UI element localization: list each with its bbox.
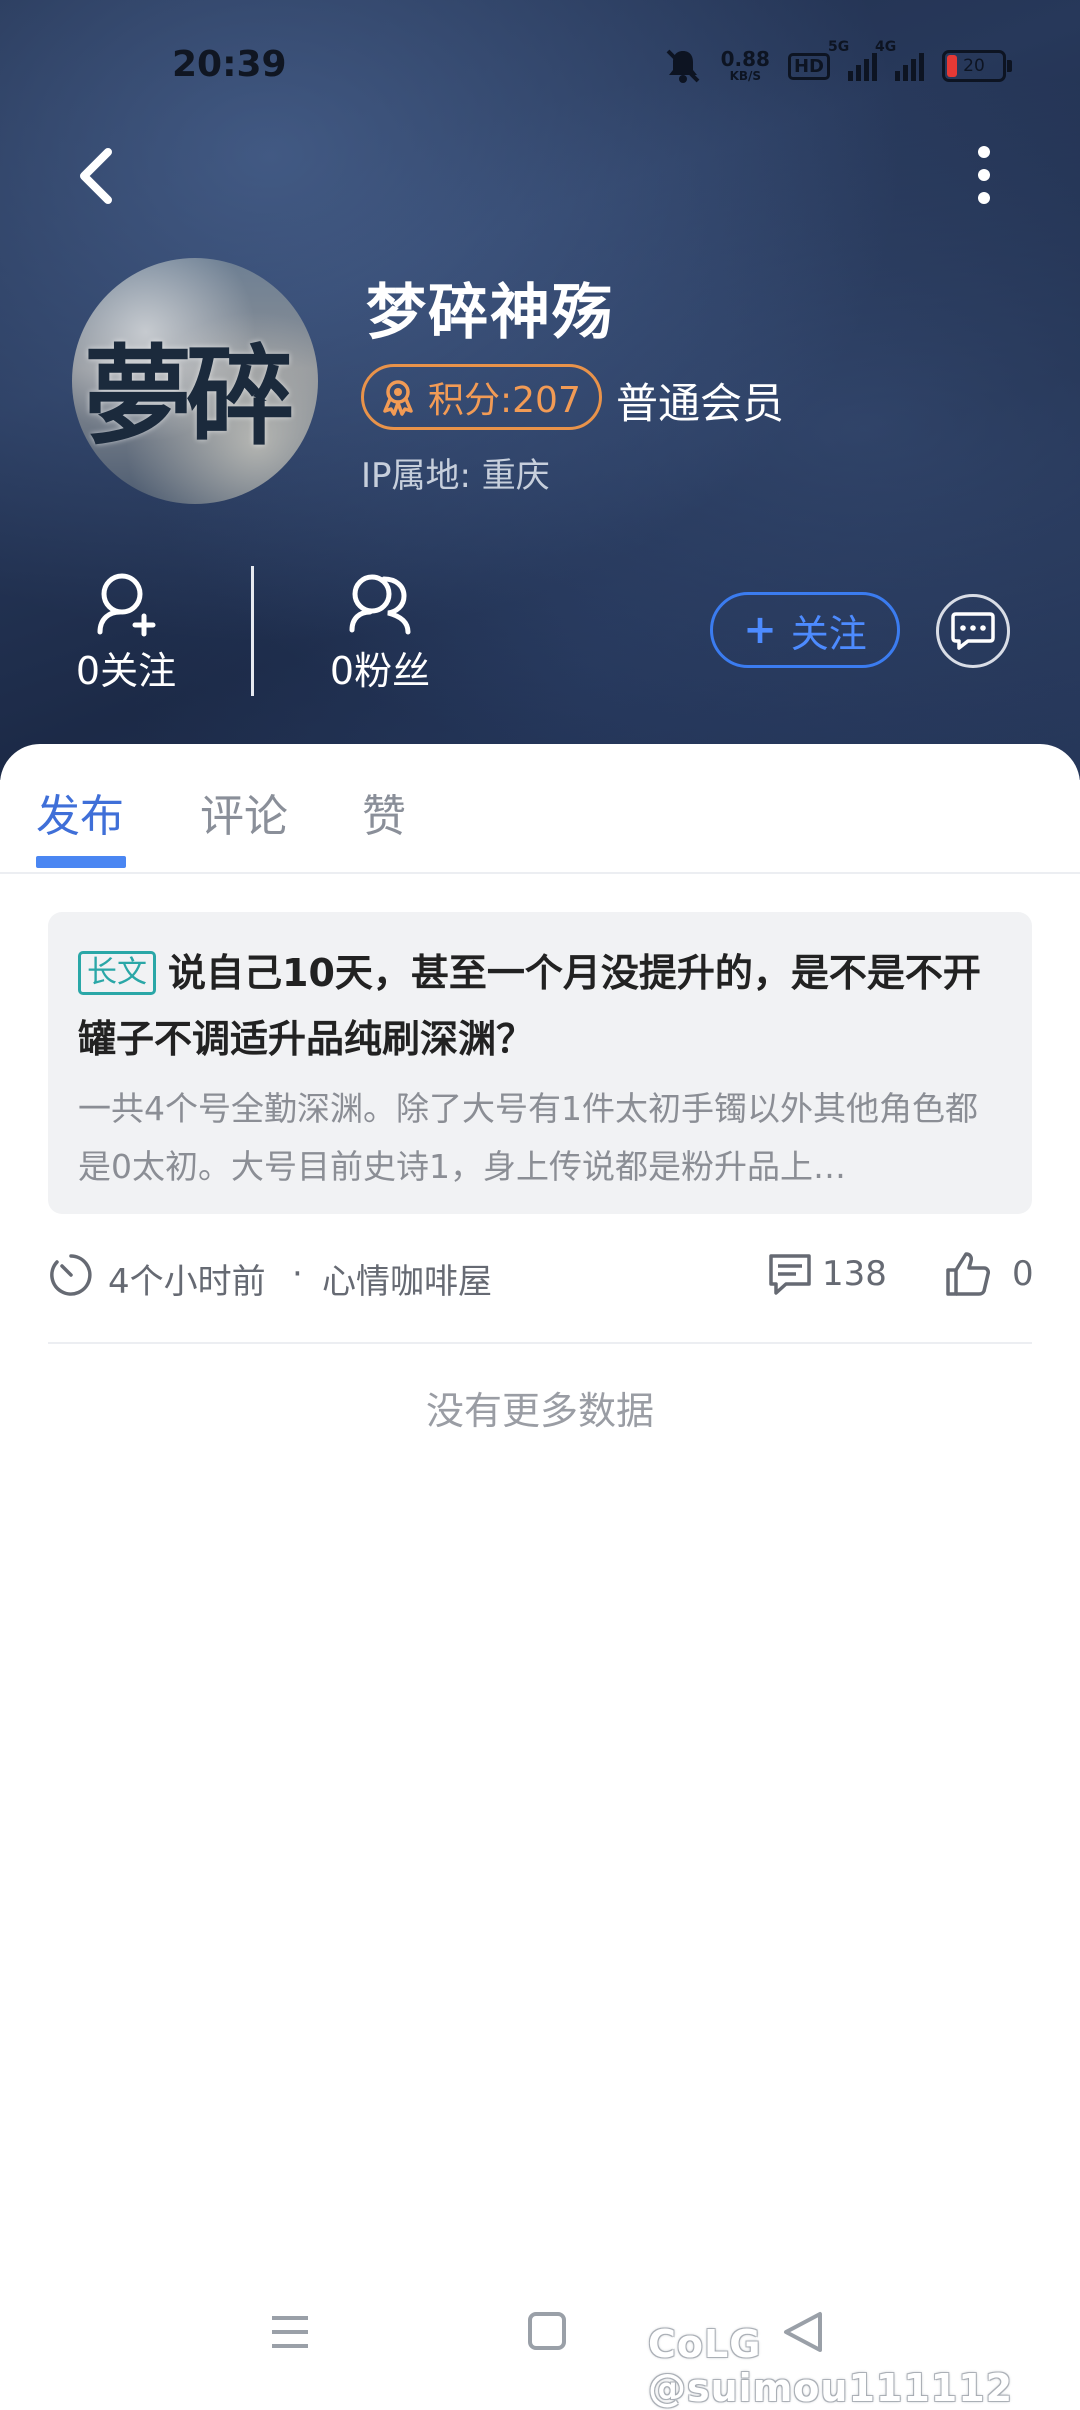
battery-icon: 20 <box>942 50 1012 82</box>
more-options-icon[interactable] <box>960 140 1008 210</box>
avatar-text: 夢碎 <box>84 334 294 460</box>
medal-icon <box>383 380 413 416</box>
net-speed: 0.88 KB/S <box>720 46 770 83</box>
profile-header: 20:39 0.88 KB/S HD 5G 4G 20 夢碎 梦碎神殇 积分:2… <box>0 0 1080 780</box>
signal-5g-icon: 5G <box>828 39 877 81</box>
profile-tabs: 发布 评论 赞 <box>0 744 1080 874</box>
tab-likes[interactable]: 赞 <box>362 780 406 844</box>
post-title-text: 说自己10天，甚至一个月没提升的，是不是不开罐子不调适升品纯刷深渊？ <box>78 951 981 1061</box>
comment-count: 138 <box>822 1254 887 1294</box>
post-forum[interactable]: 心情咖啡屋 <box>322 1254 492 1303</box>
net-speed-unit: KB/S <box>729 68 762 83</box>
stat-divider <box>251 566 254 696</box>
thumbs-up-icon[interactable] <box>944 1250 992 1298</box>
battery-level: 20 <box>963 56 985 76</box>
hd-badge: HD <box>787 52 830 80</box>
post-excerpt: 一共4个号全勤深渊。除了大号有1件太初手镯以外其他角色都是0太初。大号目前史诗1… <box>78 1089 978 1186</box>
nav-menu-icon[interactable] <box>268 2312 312 2352</box>
post-card[interactable]: 长文 说自己10天，甚至一个月没提升的，是不是不开罐子不调适升品纯刷深渊？ 一共4… <box>48 912 1032 1214</box>
long-article-tag: 长文 <box>78 951 156 995</box>
fans-stat[interactable]: 0粉丝 <box>300 566 460 695</box>
users-icon <box>349 574 411 635</box>
tab-publish[interactable]: 发布 <box>36 780 124 844</box>
tab-comments[interactable]: 评论 <box>200 780 288 844</box>
back-arrow-icon[interactable] <box>66 142 124 210</box>
member-level: 普通会员 <box>616 379 785 428</box>
content-sheet: 发布 评论 赞 长文 说自己10天，甚至一个月没提升的，是不是不开罐子不调适升品纯… <box>0 744 1080 2400</box>
username: 梦碎神殇 <box>366 278 614 348</box>
points-badge[interactable]: 积分:207 <box>361 364 602 430</box>
points-label: 积分:207 <box>428 380 581 421</box>
net-speed-value: 0.88 <box>720 46 770 71</box>
signal1-label: 5G <box>828 39 850 55</box>
ip-location: IP属地: 重庆 <box>361 456 550 496</box>
no-more-data: 没有更多数据 <box>425 1389 654 1433</box>
follow-button[interactable]: + 关注 <box>710 592 900 668</box>
watermark: CoLG @suimou111112 <box>648 2322 1014 2410</box>
signal2-label: 4G <box>875 39 897 55</box>
message-button[interactable] <box>936 594 1010 668</box>
signal-4g-icon: 4G <box>875 39 924 81</box>
list-divider <box>48 1342 1032 1344</box>
post-time: 4个小时前 <box>108 1262 266 1302</box>
status-time: 20:39 <box>172 44 287 85</box>
user-add-icon <box>97 573 156 637</box>
status-bar: 20:39 0.88 KB/S HD 5G 4G 20 <box>0 0 1080 140</box>
following-stat[interactable]: 0关注 <box>46 566 206 695</box>
tab-indicator <box>36 856 126 868</box>
mute-bell-icon <box>666 49 700 83</box>
status-icons: 0.88 KB/S HD 5G 4G 20 <box>663 39 1012 88</box>
follow-button-label: 关注 <box>790 611 867 656</box>
follow-plus: + <box>743 607 777 653</box>
following-count: 0关注 <box>75 649 177 693</box>
comment-icon[interactable] <box>766 1252 814 1298</box>
post-title: 长文 说自己10天，甚至一个月没提升的，是不是不开罐子不调适升品纯刷深渊？ <box>78 940 998 1072</box>
clock-icon <box>50 1254 92 1296</box>
avatar[interactable]: 夢碎 <box>72 258 318 504</box>
meta-separator: · <box>292 1254 303 1294</box>
chat-bubble-icon <box>951 612 995 650</box>
like-count: 0 <box>1012 1254 1034 1294</box>
nav-home-icon[interactable] <box>528 2312 566 2350</box>
fans-count: 0粉丝 <box>329 649 431 693</box>
post-meta: 4个小时前 · 心情咖啡屋 138 0 <box>48 1246 1034 1306</box>
